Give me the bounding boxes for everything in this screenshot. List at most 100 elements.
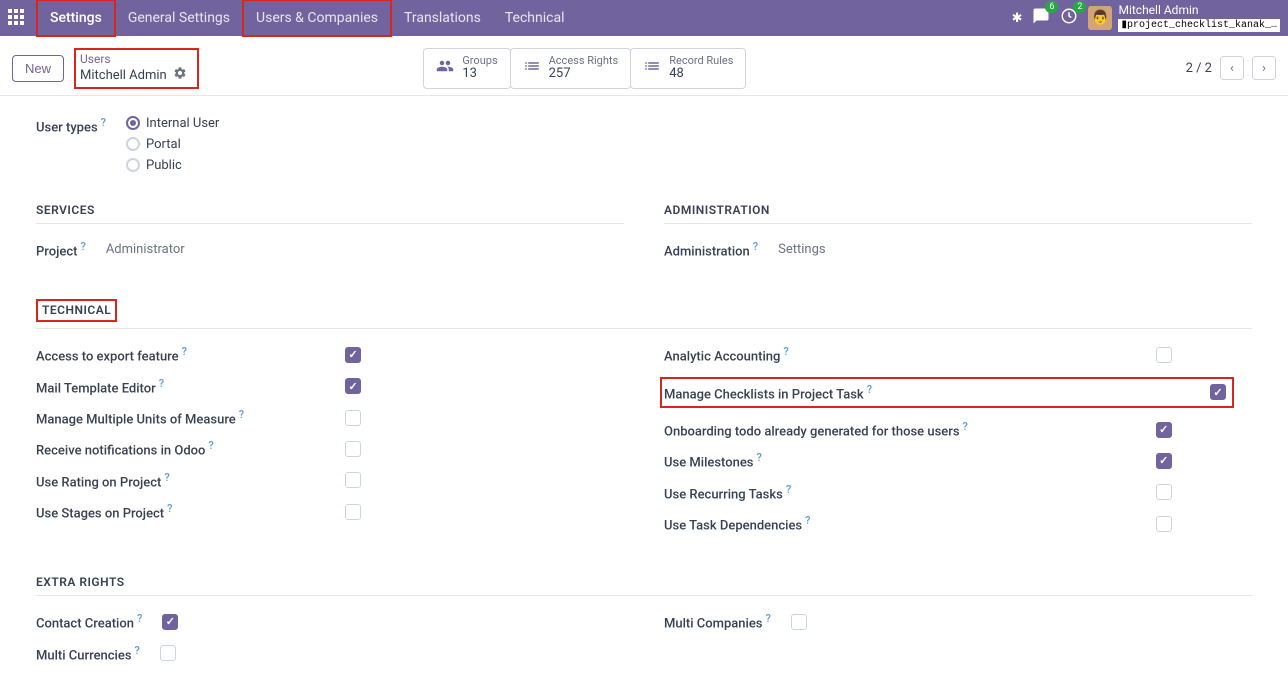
chk-multicurr-label[interactable]: Multi Currencies? <box>36 644 140 663</box>
groups-icon <box>436 57 454 79</box>
debug-icon[interactable]: ✱ <box>1012 11 1023 26</box>
chk-uom-label[interactable]: Manage Multiple Units of Measure? <box>36 408 255 427</box>
project-value[interactable]: Administrator <box>106 242 185 257</box>
help-icon[interactable]: ? <box>80 240 85 253</box>
help-icon[interactable]: ? <box>182 345 187 358</box>
radio-label: Public <box>146 158 182 173</box>
pager-text[interactable]: 2 / 2 <box>1186 61 1212 76</box>
help-icon[interactable]: ? <box>135 644 140 657</box>
topbar: Settings General Settings Users & Compan… <box>0 0 1288 36</box>
chat-badge: 6 <box>1045 1 1058 13</box>
chat-icon[interactable]: 6 <box>1032 7 1050 29</box>
radio-public[interactable]: Public <box>126 158 219 173</box>
chk-contact-label[interactable]: Contact Creation? <box>36 612 142 631</box>
help-icon[interactable]: ? <box>766 612 771 625</box>
apps-icon[interactable] <box>8 9 26 27</box>
help-icon[interactable]: ? <box>783 345 788 358</box>
admin-label[interactable]: Administration? <box>664 240 758 259</box>
chk-stages[interactable] <box>345 504 361 520</box>
chk-onboarding[interactable] <box>1156 422 1172 438</box>
chk-notif[interactable] <box>345 441 361 457</box>
chk-recurring-label[interactable]: Use Recurring Tasks? <box>664 483 1066 502</box>
chk-mail-label[interactable]: Mail Template Editor? <box>36 377 255 396</box>
chk-export-label[interactable]: Access to export feature? <box>36 345 255 364</box>
menu-general-settings[interactable]: General Settings <box>116 1 242 35</box>
menu-technical[interactable]: Technical <box>493 1 577 35</box>
gear-icon[interactable] <box>173 66 187 85</box>
statbar: Groups13 Access Rights257 Record Rules48 <box>423 48 746 88</box>
help-icon[interactable]: ? <box>757 451 762 464</box>
help-icon[interactable]: ? <box>753 240 758 253</box>
help-icon[interactable]: ? <box>164 471 169 484</box>
radio-label: Portal <box>146 137 181 152</box>
section-administration: ADMINISTRATION <box>664 203 1252 224</box>
chk-contact[interactable] <box>162 614 178 630</box>
user-name: Mitchell Admin <box>1118 4 1280 17</box>
chk-uom[interactable] <box>345 410 361 426</box>
help-icon[interactable]: ? <box>239 408 244 421</box>
chk-mail[interactable] <box>345 378 361 394</box>
help-icon[interactable]: ? <box>101 116 106 129</box>
help-icon[interactable]: ? <box>159 377 164 390</box>
chk-multicomp[interactable] <box>791 614 807 630</box>
list-icon <box>643 57 661 79</box>
chk-rating[interactable] <box>345 472 361 488</box>
stat-count: 48 <box>669 67 733 81</box>
user-types-radios: Internal User Portal Public <box>126 116 219 173</box>
chk-analytic-label[interactable]: Analytic Accounting? <box>664 345 1066 364</box>
help-icon[interactable]: ? <box>786 483 791 496</box>
radio-portal[interactable]: Portal <box>126 137 219 152</box>
section-extra-rights: EXTRA RIGHTS <box>36 575 1252 596</box>
help-icon[interactable]: ? <box>867 383 872 396</box>
app-name[interactable]: Settings <box>36 0 116 37</box>
chk-taskdep-label[interactable]: Use Task Dependencies? <box>664 514 1066 533</box>
subbar: New Users Mitchell Admin Groups13 Access… <box>0 36 1288 96</box>
activity-badge: 2 <box>1073 1 1086 13</box>
breadcrumb-current: Mitchell Admin <box>80 68 167 84</box>
chk-stages-label[interactable]: Use Stages on Project? <box>36 502 255 521</box>
radio-label: Internal User <box>146 116 219 131</box>
stat-count: 257 <box>549 67 619 81</box>
stat-groups[interactable]: Groups13 <box>423 48 510 88</box>
radio-internal-user[interactable]: Internal User <box>126 116 219 131</box>
user-types-label[interactable]: User types? <box>36 116 126 135</box>
stat-record-rules[interactable]: Record Rules48 <box>630 48 746 88</box>
chk-checklists-label[interactable]: Manage Checklists in Project Task? <box>664 383 1120 402</box>
new-button[interactable]: New <box>12 55 64 82</box>
chk-milestones-label[interactable]: Use Milestones? <box>664 451 1066 470</box>
help-icon[interactable]: ? <box>805 514 810 527</box>
help-icon[interactable]: ? <box>167 502 172 515</box>
user-menu[interactable]: 👨 Mitchell Admin ▮project_checklist_kana… <box>1088 4 1280 31</box>
chk-multicurr[interactable] <box>160 645 176 661</box>
list-icon <box>523 57 541 79</box>
stat-access-rights[interactable]: Access Rights257 <box>510 48 632 88</box>
extra-left-col: Contact Creation? Multi Currencies? <box>36 612 624 675</box>
help-icon[interactable]: ? <box>137 612 142 625</box>
menu-users-companies[interactable]: Users & Companies <box>242 0 392 37</box>
db-name: ▮project_checklist_kanak_… <box>1118 19 1280 32</box>
chk-rating-label[interactable]: Use Rating on Project? <box>36 471 255 490</box>
chk-onboarding-label[interactable]: Onboarding todo already generated for th… <box>664 420 1066 439</box>
project-label[interactable]: Project? <box>36 240 86 259</box>
chk-taskdep[interactable] <box>1156 516 1172 532</box>
help-icon[interactable]: ? <box>963 420 968 433</box>
chk-notif-label[interactable]: Receive notifications in Odoo? <box>36 439 255 458</box>
chk-checklists[interactable] <box>1210 384 1226 400</box>
chk-recurring[interactable] <box>1156 484 1172 500</box>
activity-icon[interactable]: 2 <box>1060 7 1078 29</box>
avatar: 👨 <box>1088 6 1112 30</box>
admin-value[interactable]: Settings <box>778 242 825 257</box>
menu-translations[interactable]: Translations <box>392 1 493 35</box>
chk-multicomp-label[interactable]: Multi Companies? <box>664 612 771 631</box>
chk-milestones[interactable] <box>1156 453 1172 469</box>
extra-right-col: Multi Companies? <box>664 612 1252 675</box>
chk-export[interactable] <box>345 347 361 363</box>
breadcrumb-users[interactable]: Users <box>80 52 187 66</box>
pager-next[interactable]: › <box>1252 56 1276 80</box>
pager: 2 / 2 ‹ › <box>1186 56 1276 80</box>
help-icon[interactable]: ? <box>208 439 213 452</box>
form-body: User types? Internal User Portal Public … <box>0 96 1288 695</box>
pager-prev[interactable]: ‹ <box>1220 56 1244 80</box>
chk-analytic[interactable] <box>1156 347 1172 363</box>
tech-left-col: Access to export feature? Mail Template … <box>36 345 624 545</box>
